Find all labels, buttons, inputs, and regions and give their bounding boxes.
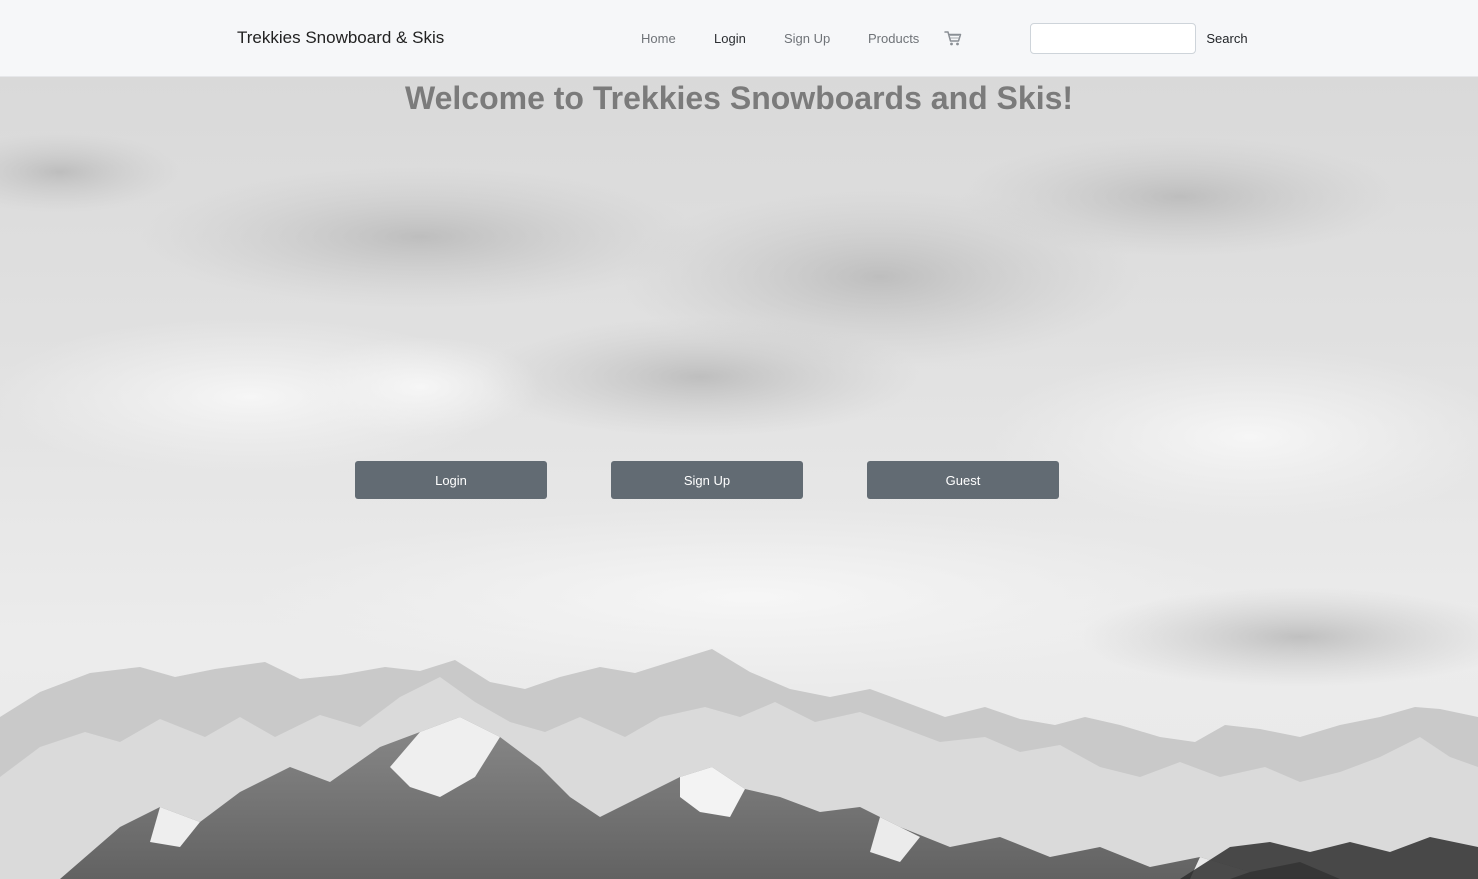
shopping-cart-icon[interactable]: [944, 29, 962, 47]
search-input[interactable]: [1030, 23, 1196, 54]
nav-link-login[interactable]: Login: [714, 31, 746, 47]
top-navbar: Trekkies Snowboard & Skis Home Login Sig…: [0, 0, 1478, 77]
hero-guest-button[interactable]: Guest: [867, 461, 1059, 499]
nav-link-products[interactable]: Products: [868, 31, 919, 47]
nav-link-signup[interactable]: Sign Up: [784, 31, 830, 47]
hero-signup-button[interactable]: Sign Up: [611, 461, 803, 499]
hero-login-button[interactable]: Login: [355, 461, 547, 499]
nav-link-home[interactable]: Home: [641, 31, 676, 47]
search-button[interactable]: Search: [1198, 23, 1256, 54]
page-title: Welcome to Trekkies Snowboards and Skis!: [404, 80, 1074, 116]
brand-link[interactable]: Trekkies Snowboard & Skis: [237, 28, 444, 48]
